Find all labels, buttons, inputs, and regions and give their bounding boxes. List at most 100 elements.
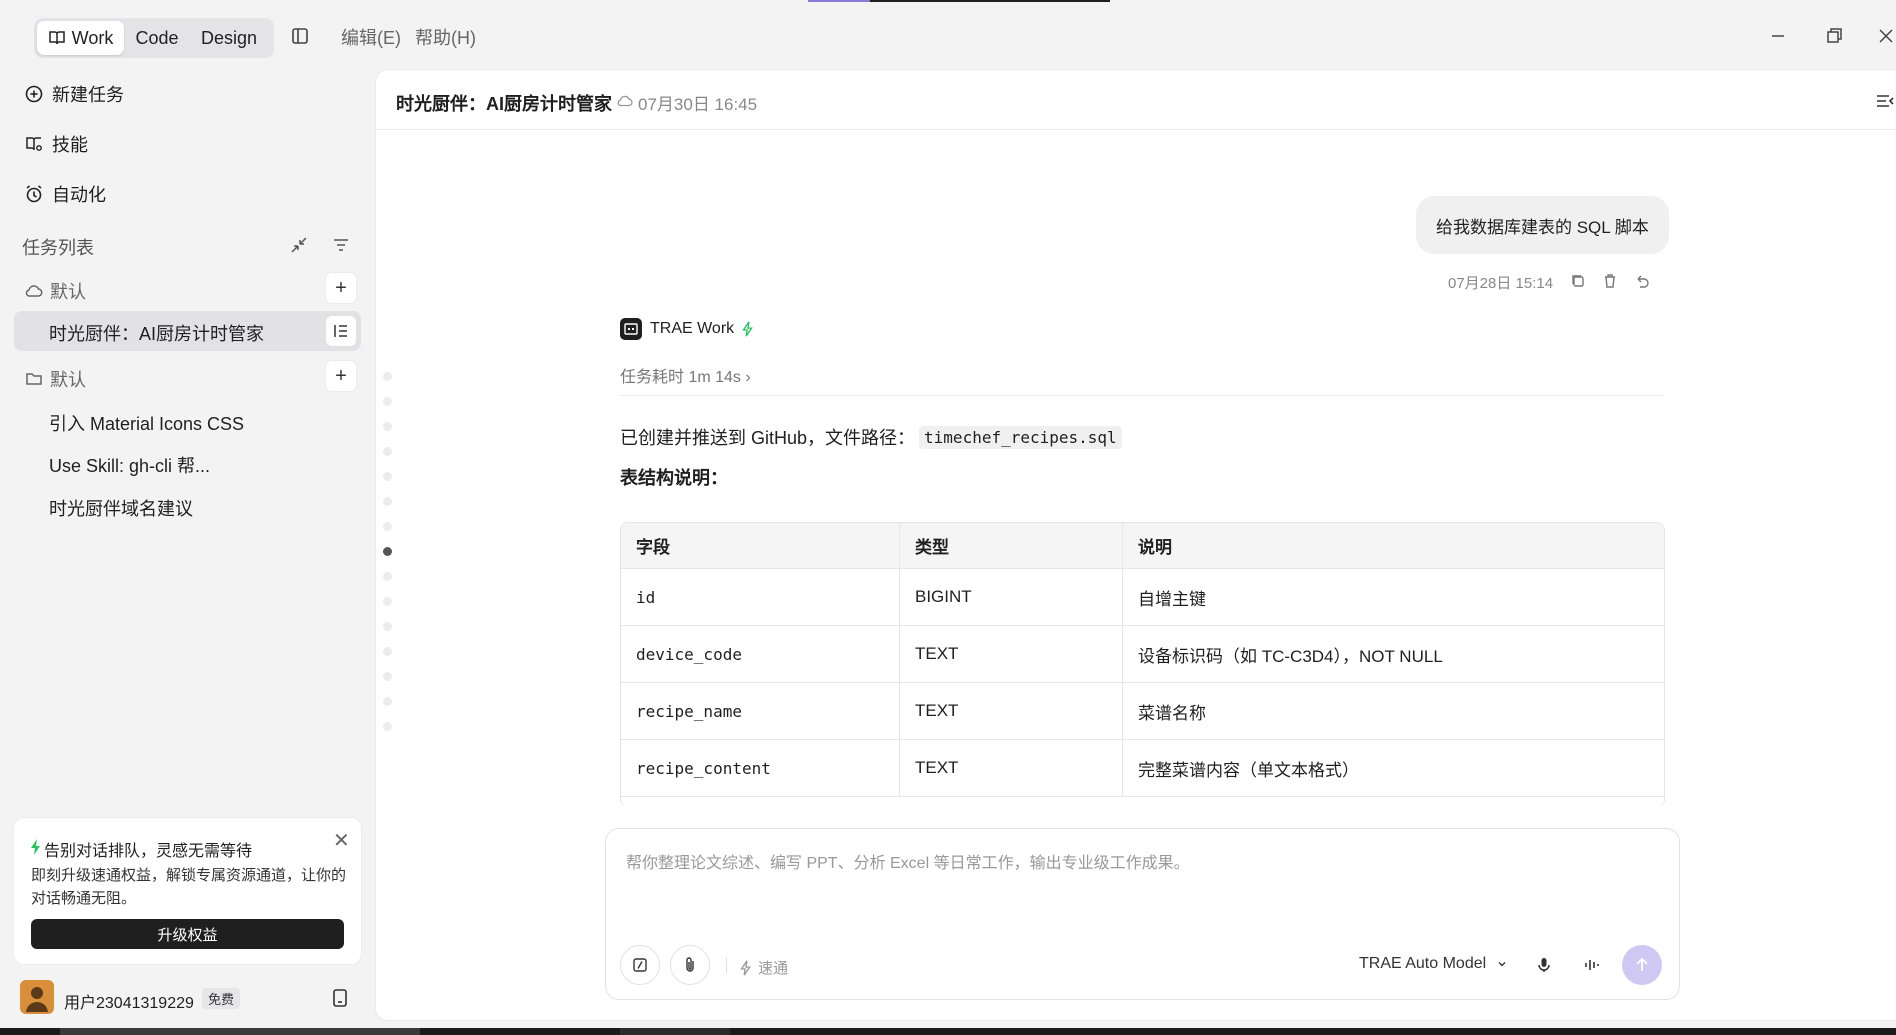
table-cell: 完整菜谱内容（单文本格式） (1138, 760, 1359, 780)
table-cell: device_code (621, 626, 900, 682)
mode-design-button[interactable]: Design (190, 21, 268, 55)
send-button[interactable] (1622, 945, 1662, 985)
scroll-dot-active[interactable] (383, 547, 392, 556)
nav-automation[interactable]: 自动化 (24, 181, 106, 207)
slash-command-icon (633, 958, 647, 972)
scroll-dot[interactable] (383, 572, 392, 581)
scroll-dot[interactable] (383, 597, 392, 606)
table-header-row: 字段 类型 说明 (621, 523, 1664, 569)
mode-work-button[interactable]: Work (37, 21, 124, 55)
model-select[interactable]: TRAE Auto Model (1359, 955, 1508, 973)
delete-icon[interactable] (1601, 272, 1619, 290)
mode-code-button[interactable]: Code (124, 21, 190, 55)
result-prefix: 已创建并推送到 GitHub，文件路径： (620, 428, 916, 448)
task-duration[interactable]: 任务耗时 1m 14s › (620, 363, 751, 387)
taskbar-segment (620, 1028, 730, 1035)
microphone-icon[interactable] (1534, 955, 1554, 975)
chevron-down-icon (1498, 962, 1506, 967)
task-list-actions (288, 234, 352, 256)
table-cell: recipe_content (621, 740, 900, 796)
copy-icon[interactable] (1569, 272, 1587, 290)
task-item[interactable]: Use Skill: gh-cli 帮... (49, 452, 210, 478)
voice-wave-icon[interactable] (1582, 955, 1602, 975)
user-message-bubble: 给我数据库建表的 SQL 脚本 (1416, 196, 1669, 254)
trae-logo-icon (620, 318, 642, 340)
scroll-dot[interactable] (383, 622, 392, 631)
device-icon[interactable] (331, 987, 349, 1009)
close-icon[interactable] (1874, 24, 1896, 48)
table-header-cell: 类型 (900, 523, 1123, 568)
nav-new-task-label: 新建任务 (52, 85, 124, 105)
table-cell: 菜谱名称 (1138, 703, 1206, 723)
promo-title: 告别对话排队，灵感无需等待 (44, 843, 253, 860)
command-button[interactable] (620, 945, 660, 985)
scroll-dot[interactable] (383, 672, 392, 681)
restore-icon[interactable] (1822, 24, 1846, 48)
mode-code-label: Code (135, 27, 179, 48)
table-cell: recipe_name (621, 683, 900, 739)
group-default-folder[interactable]: 默认 (24, 366, 86, 392)
message-timestamp: 07月28日 15:14 (1448, 275, 1554, 292)
arrow-up-icon (1636, 957, 1648, 971)
book-search-icon (26, 137, 42, 151)
scroll-dot[interactable] (383, 697, 392, 706)
chevron-right-icon: › (745, 369, 751, 386)
nav-skills-label: 技能 (52, 135, 88, 155)
scroll-dot[interactable] (383, 522, 392, 531)
menu-edit[interactable]: 编辑(E) (341, 24, 401, 50)
scroll-dot[interactable] (383, 372, 392, 381)
undo-icon[interactable] (1633, 272, 1651, 290)
table-section-title: 表结构说明： (620, 468, 728, 488)
scroll-dot[interactable] (383, 422, 392, 431)
toolbar-divider (726, 957, 727, 973)
scroll-position-dots (383, 372, 392, 747)
scroll-dot[interactable] (383, 497, 392, 506)
nav-new-task[interactable]: 新建任务 (24, 81, 124, 107)
avatar[interactable] (20, 980, 54, 1014)
scroll-dot[interactable] (383, 722, 392, 731)
table-header-cell: 说明 (1138, 538, 1172, 557)
user-name[interactable]: 用户23041319229 (64, 989, 194, 1013)
plan-badge: 免费 (202, 988, 241, 1009)
nav-skills[interactable]: 技能 (24, 131, 88, 157)
scroll-dot[interactable] (383, 647, 392, 656)
alarm-clock-icon (26, 185, 42, 203)
scroll-dot[interactable] (383, 472, 392, 481)
mode-switch: Work Code Design (34, 18, 274, 58)
result-message: 已创建并推送到 GitHub，文件路径： timechef_recipes.sq… (620, 424, 1122, 450)
table-cell: id (621, 569, 900, 625)
minimize-icon[interactable] (1766, 24, 1790, 48)
upgrade-button[interactable]: 升级权益 (31, 919, 344, 949)
table-row: id BIGINT 自增主键 (621, 569, 1664, 626)
bolt-icon (31, 839, 40, 855)
chat-input-box[interactable]: 帮你整理论文综述、编写 PPT、分析 Excel 等日常工作，输出专业级工作成果… (605, 828, 1680, 1000)
table-row: recipe_content TEXT 完整菜谱内容（单文本格式） (621, 740, 1664, 797)
attach-button[interactable] (670, 945, 710, 985)
table-row: device_code TEXT 设备标识码（如 TC-C3D4），NOT NU… (621, 626, 1664, 683)
scroll-dot[interactable] (383, 447, 392, 456)
add-task-cloud-button[interactable]: + (326, 273, 356, 303)
model-select-label: TRAE Auto Model (1359, 955, 1487, 972)
table-cell: TEXT (900, 626, 1123, 682)
menu-help[interactable]: 帮助(H) (415, 24, 476, 50)
nav-automation-label: 自动化 (52, 185, 106, 205)
scroll-dot[interactable] (383, 397, 392, 406)
main-header: 时光厨伴：AI厨房计时管家 07月30日 16:45 (376, 70, 1896, 130)
task-outline-icon[interactable] (326, 316, 356, 346)
schema-table: 字段 类型 说明 id BIGINT 自增主键 device_code TEXT… (620, 522, 1665, 807)
result-file-path: timechef_recipes.sql (919, 425, 1122, 449)
filter-icon[interactable] (330, 234, 352, 256)
collapse-icon[interactable] (288, 234, 310, 256)
promo-close-icon[interactable]: ✕ (333, 828, 350, 853)
add-task-folder-button[interactable]: + (326, 361, 356, 391)
speed-mode-toggle[interactable]: 速通 (740, 957, 788, 978)
sidebar-toggle-icon[interactable] (288, 24, 312, 48)
cloud-icon (25, 285, 43, 297)
group-default-folder-label: 默认 (50, 370, 86, 390)
table-cell: 自增主键 (1138, 589, 1206, 609)
group-default-cloud[interactable]: 默认 (24, 278, 86, 304)
task-item[interactable]: 引入 Material Icons CSS (49, 410, 244, 436)
outline-panel-icon[interactable] (1874, 90, 1896, 112)
task-item[interactable]: 时光厨伴域名建议 (49, 495, 193, 521)
message-actions (1569, 272, 1651, 290)
